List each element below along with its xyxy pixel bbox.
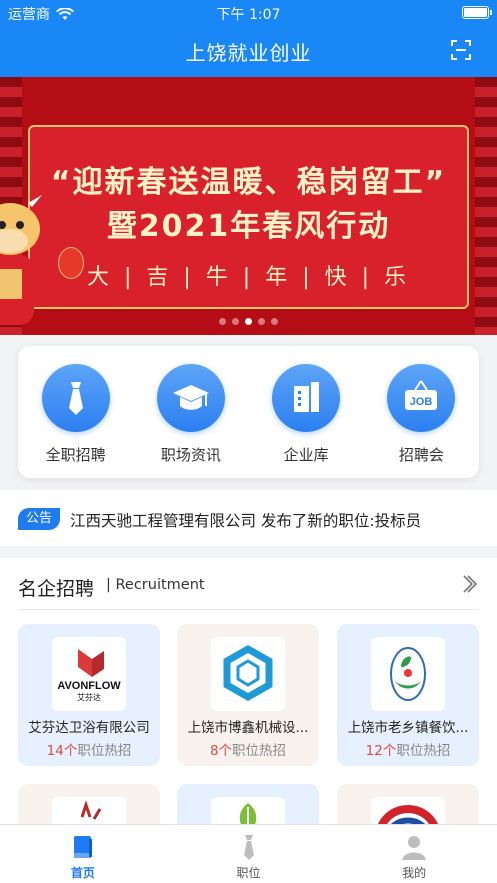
svg-text:JOB: JOB xyxy=(410,396,433,408)
job-sign-icon: JOB xyxy=(387,364,456,432)
tab-label: 职位 xyxy=(236,866,261,880)
announcement-tag: 公告 xyxy=(18,508,60,530)
company-job-count: 12个职位热招 xyxy=(337,739,479,759)
job-count-suffix: 职位热招 xyxy=(396,743,451,759)
leaf-logo-icon xyxy=(239,803,257,824)
carousel-dots xyxy=(0,318,497,325)
tie-icon xyxy=(243,835,254,860)
carousel-dot[interactable] xyxy=(232,318,239,325)
job-count: 12个 xyxy=(365,743,397,759)
company-name: 艾芬达卫浴有限公司 xyxy=(28,720,150,736)
section-header: 名企招聘 | Recruitment xyxy=(18,558,479,610)
company-card[interactable] xyxy=(177,784,319,824)
promo-banner[interactable]: “迎新春送温暖、稳岗留工” 暨2021年春风行动 大 | 吉 | 牛 | 年 |… xyxy=(0,77,497,335)
quick-item-label: 企业库 xyxy=(283,446,329,464)
company-card[interactable] xyxy=(18,784,160,824)
avonflow-logo-icon: AVONFLOW 艾芬达 xyxy=(57,649,121,702)
app-header: 运营商 下午 1:07 上饶就业创业 xyxy=(0,0,497,77)
scan-icon[interactable] xyxy=(451,40,471,60)
red-blue-logo-icon xyxy=(378,805,438,824)
user-icon xyxy=(402,836,427,860)
graduation-cap-icon xyxy=(156,364,225,432)
featured-companies-section: 名企招聘 | Recruitment AVONFLOW 艾芬达 艾芬达卫浴有限公… xyxy=(0,558,497,824)
tab-label: 我的 xyxy=(402,866,427,880)
cow-mascot-icon xyxy=(0,195,42,325)
quick-item-job-fair[interactable]: JOB 招聘会 xyxy=(364,346,479,478)
company-logo xyxy=(52,797,126,824)
company-logo xyxy=(371,637,445,711)
company-job-count: 8个职位热招 xyxy=(177,739,319,759)
building-icon xyxy=(272,364,341,432)
company-card[interactable]: 上饶市博鑫机械设... 8个职位热招 xyxy=(177,624,319,766)
company-job-count: 14个职位热招 xyxy=(18,739,160,759)
quick-menu: 全职招聘 职场资讯 企业库 JOB 招聘会 xyxy=(18,346,479,478)
quick-item-company-library[interactable]: 企业库 xyxy=(249,346,364,478)
page-title: 上饶就业创业 xyxy=(185,41,312,65)
quick-item-label: 全职招聘 xyxy=(45,446,106,464)
company-logo xyxy=(371,797,445,824)
status-bar: 运营商 下午 1:07 xyxy=(0,0,497,26)
quick-item-fulltime-jobs[interactable]: 全职招聘 xyxy=(18,346,133,478)
banner-subheadline: 暨2021年春风行动 xyxy=(106,209,391,244)
tab-profile[interactable]: 我的 xyxy=(331,825,497,883)
status-time: 下午 1:07 xyxy=(216,7,281,23)
job-count-suffix: 职位热招 xyxy=(77,743,132,759)
tab-label: 首页 xyxy=(70,866,95,880)
carousel-dot[interactable] xyxy=(271,318,278,325)
company-card[interactable]: AVONFLOW 艾芬达 艾芬达卫浴有限公司 14个职位热招 xyxy=(18,624,160,766)
company-card[interactable] xyxy=(337,784,479,824)
quick-item-label: 职场资讯 xyxy=(160,446,221,464)
company-card[interactable]: 上饶市老乡镇餐饮... 12个职位热招 xyxy=(337,624,479,766)
company-logo: AVONFLOW 艾芬达 xyxy=(52,637,126,711)
tie-icon xyxy=(41,364,110,432)
tab-home[interactable]: 首页 xyxy=(0,825,166,883)
company-logo xyxy=(211,797,285,824)
job-count: 8个 xyxy=(209,743,233,759)
logo-text: AVONFLOW xyxy=(57,680,121,692)
company-name: 上饶市博鑫机械设... xyxy=(187,720,309,736)
boxin-logo-icon xyxy=(223,644,273,702)
battery-icon xyxy=(462,6,492,19)
carousel-dot-active[interactable] xyxy=(245,318,252,325)
tab-jobs[interactable]: 职位 xyxy=(166,825,332,883)
logo-subtext: 艾芬达 xyxy=(77,692,101,702)
quick-item-label: 招聘会 xyxy=(398,446,444,464)
bottom-tab-bar: 首页 职位 我的 xyxy=(0,824,497,883)
company-name: 上饶市老乡镇餐饮... xyxy=(347,720,469,736)
carousel-dot[interactable] xyxy=(219,318,226,325)
laoxiang-logo-icon xyxy=(390,647,426,701)
announcement-text[interactable]: 江西天驰工程管理有限公司 发布了新的职位:投标员 xyxy=(70,509,421,531)
quick-item-career-news[interactable]: 职场资讯 xyxy=(133,346,248,478)
job-count: 14个 xyxy=(46,743,78,759)
book-icon xyxy=(73,836,92,858)
section-subtitle: | Recruitment xyxy=(106,577,205,593)
job-count-suffix: 职位热招 xyxy=(232,743,287,759)
announcement-bar[interactable]: 公告 江西天驰工程管理有限公司 发布了新的职位:投标员 xyxy=(0,490,497,546)
chevron-right-icon[interactable] xyxy=(461,574,477,594)
banner-headline: “迎新春送温暖、稳岗留工” xyxy=(50,165,447,200)
company-logo-icon xyxy=(80,800,102,820)
lantern-icon xyxy=(58,247,84,279)
company-logo xyxy=(211,637,285,711)
carousel-dot[interactable] xyxy=(258,318,265,325)
section-title: 名企招聘 xyxy=(18,578,95,600)
